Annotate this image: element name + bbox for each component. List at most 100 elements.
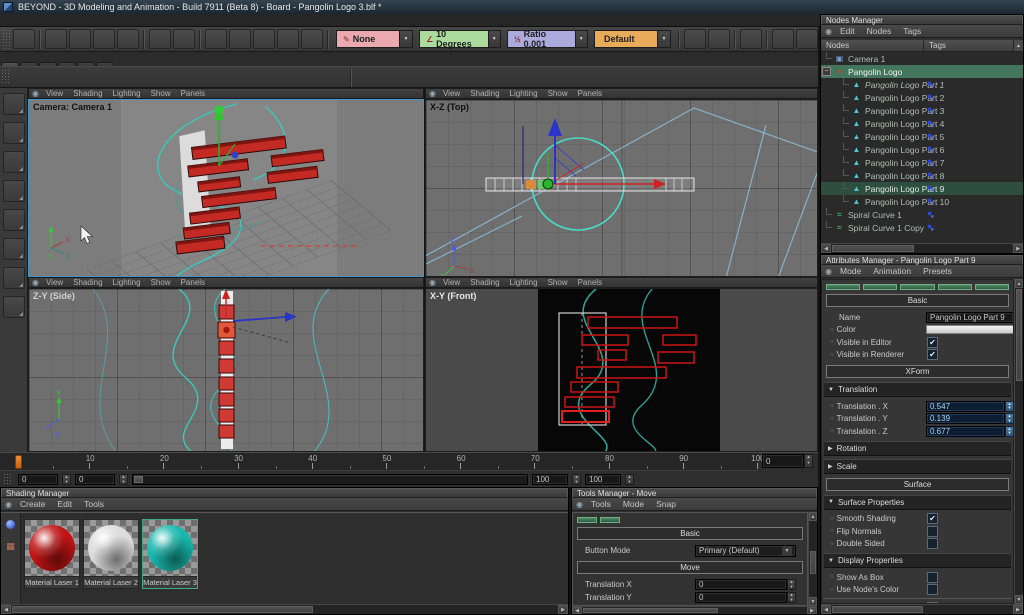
scroll-up-icon[interactable]: ▲ bbox=[809, 512, 817, 521]
angle-snap-dropdown[interactable]: ∠ 10 Degrees ▼ bbox=[419, 30, 501, 48]
keyframe-icon[interactable]: ○ bbox=[830, 516, 834, 522]
node-pangolin-logo-part-7[interactable]: − Pangolin Logo Part 7 bbox=[821, 156, 1023, 169]
tag-icon[interactable] bbox=[927, 208, 934, 220]
side-viewport[interactable]: Z-Y (Side) Y -Z bbox=[28, 288, 424, 452]
rotate-tool[interactable] bbox=[3, 180, 25, 202]
chevron-down-icon[interactable]: ▼ bbox=[576, 30, 588, 48]
total-frames-input[interactable]: 100 bbox=[585, 474, 621, 485]
panel-menu-icon[interactable]: ◉ bbox=[825, 267, 832, 276]
spinner[interactable]: ▲▼ bbox=[62, 474, 71, 485]
range-end-input[interactable]: 100 bbox=[532, 474, 568, 485]
keyframe-icon[interactable]: ○ bbox=[830, 587, 834, 593]
viewport-menu-item[interactable]: View bbox=[438, 89, 465, 98]
tab-curves[interactable] bbox=[20, 62, 38, 66]
viewport-menu-item[interactable]: Shading bbox=[465, 89, 504, 98]
horizontal-scrollbar[interactable]: ◀ ▶ bbox=[821, 243, 1023, 253]
tag-icon[interactable] bbox=[927, 130, 934, 142]
scrubber-thumb[interactable] bbox=[134, 476, 143, 483]
panel-menu-item[interactable]: Edit bbox=[52, 499, 79, 509]
viewport-menu-item[interactable]: Panels bbox=[573, 278, 607, 287]
keyframe-icon[interactable]: ○ bbox=[830, 352, 834, 358]
tag-icon[interactable] bbox=[927, 169, 934, 181]
scroll-left-icon[interactable]: ◀ bbox=[821, 605, 831, 614]
node-pangolin-logo-part-10[interactable]: − Pangolin Logo Part 10 bbox=[821, 195, 1023, 208]
grid-snap-button[interactable] bbox=[740, 29, 762, 49]
number-input[interactable]: 0.677 bbox=[926, 426, 1005, 437]
move-tool[interactable] bbox=[3, 151, 25, 173]
viewport-menu-item[interactable]: Lighting bbox=[505, 278, 543, 287]
spinner[interactable]: ▲▼ bbox=[787, 579, 796, 590]
column-tags[interactable]: Tags bbox=[924, 40, 1013, 51]
spinner[interactable]: ▲▼ bbox=[1005, 413, 1014, 424]
panel-menu-icon[interactable]: ◉ bbox=[576, 500, 583, 509]
star-button[interactable] bbox=[461, 69, 480, 86]
preset-dropdown[interactable]: Default ▼ bbox=[594, 30, 671, 48]
number-input[interactable]: 0 bbox=[695, 579, 787, 590]
button-mode-select[interactable]: Primary (Default) ▼ bbox=[695, 545, 796, 557]
panel-menu-item[interactable]: Mode bbox=[834, 266, 867, 276]
node-pangolin-logo-part-4[interactable]: − Pangolin Logo Part 4 bbox=[821, 117, 1023, 130]
bend-cylinder-button[interactable] bbox=[440, 69, 459, 86]
name-input[interactable]: Pangolin Logo Part 9 bbox=[926, 312, 1014, 323]
keyframe-icon[interactable]: ○ bbox=[830, 528, 834, 534]
checkbox[interactable]: ✔ bbox=[927, 584, 938, 595]
keyframe-icon[interactable]: ○ bbox=[830, 416, 834, 422]
viewport-menu-item[interactable]: Show bbox=[146, 89, 176, 98]
translation-group[interactable]: ▼ Translation bbox=[824, 382, 1011, 397]
chevron-down-icon[interactable]: ▼ bbox=[658, 30, 671, 48]
panel-menu-item[interactable]: Edit bbox=[834, 26, 861, 36]
scroll-left-icon[interactable]: ◀ bbox=[821, 244, 831, 253]
peak-button[interactable] bbox=[253, 29, 275, 49]
undo-button[interactable] bbox=[684, 29, 706, 49]
viewport-menu-item[interactable]: Lighting bbox=[108, 278, 146, 287]
tab-mirror-and-subdivide[interactable] bbox=[96, 62, 114, 66]
collapse-icon[interactable]: − bbox=[822, 67, 831, 76]
primitive-tube-button[interactable] bbox=[117, 69, 136, 86]
number-input[interactable]: 0.547 bbox=[926, 401, 1005, 412]
panel-menu-item[interactable]: Tools bbox=[78, 499, 110, 509]
tool-tab-move[interactable] bbox=[600, 517, 620, 523]
scroll-thumb[interactable] bbox=[583, 608, 718, 613]
primitive-sphere-button[interactable] bbox=[180, 69, 199, 86]
material-laser-2[interactable]: Material Laser 2 bbox=[83, 519, 139, 589]
toolbar-grip[interactable] bbox=[2, 29, 10, 49]
move-mode-button[interactable] bbox=[69, 29, 91, 49]
scroll-thumb[interactable] bbox=[12, 606, 313, 613]
subdivide-cube-button[interactable] bbox=[398, 69, 417, 86]
number-input[interactable]: 0.139 bbox=[926, 413, 1005, 424]
checkbox[interactable]: ✔ bbox=[927, 513, 938, 524]
scroll-left-icon[interactable]: ◀ bbox=[572, 607, 582, 614]
select-tool[interactable] bbox=[3, 93, 25, 115]
play-reverse-button[interactable] bbox=[674, 473, 690, 486]
scroll-right-icon[interactable]: ▶ bbox=[1013, 244, 1023, 253]
viewport-menu-item[interactable]: Lighting bbox=[505, 89, 543, 98]
step-back-button[interactable] bbox=[690, 473, 706, 486]
play-button[interactable] bbox=[706, 473, 722, 486]
primitive-teapot-button[interactable] bbox=[306, 69, 325, 86]
panel-menu-item[interactable]: Animation bbox=[867, 266, 917, 276]
scroll-thumb[interactable] bbox=[1016, 289, 1022, 381]
scroll-thumb[interactable] bbox=[832, 606, 923, 613]
viewport-menu-item[interactable]: Shading bbox=[68, 89, 107, 98]
viewport-menu-icon[interactable]: ◉ bbox=[32, 89, 39, 98]
playhead[interactable] bbox=[15, 455, 22, 469]
chevron-down-icon[interactable]: ▼ bbox=[489, 30, 501, 48]
primitive-cube-button[interactable] bbox=[33, 69, 52, 86]
tab-lights-and-cameras[interactable] bbox=[58, 62, 76, 66]
primitive-ring-button[interactable] bbox=[243, 69, 262, 86]
panel-menu-item[interactable]: Snap bbox=[650, 499, 682, 509]
viewport-menu-item[interactable]: Show bbox=[543, 278, 573, 287]
tab-surfaces[interactable] bbox=[1, 62, 19, 66]
range-start-input[interactable]: 0 bbox=[18, 474, 58, 485]
curve-tangent-button[interactable] bbox=[149, 29, 171, 49]
color-swatch[interactable] bbox=[926, 325, 1014, 334]
node-pangolin-logo[interactable]: − Pangolin Logo bbox=[821, 65, 1023, 78]
attr-tab-laser[interactable] bbox=[975, 284, 1009, 290]
surface-patch-button[interactable] bbox=[229, 29, 251, 49]
primitive-spike-button[interactable] bbox=[285, 69, 304, 86]
tag-icon[interactable] bbox=[927, 156, 934, 168]
vertical-scrollbar[interactable]: ▲ ▼ bbox=[808, 512, 817, 606]
pause-button[interactable] bbox=[722, 473, 738, 486]
viewport-menu-item[interactable]: Shading bbox=[68, 278, 107, 287]
viewport-menu-item[interactable]: Shading bbox=[465, 278, 504, 287]
